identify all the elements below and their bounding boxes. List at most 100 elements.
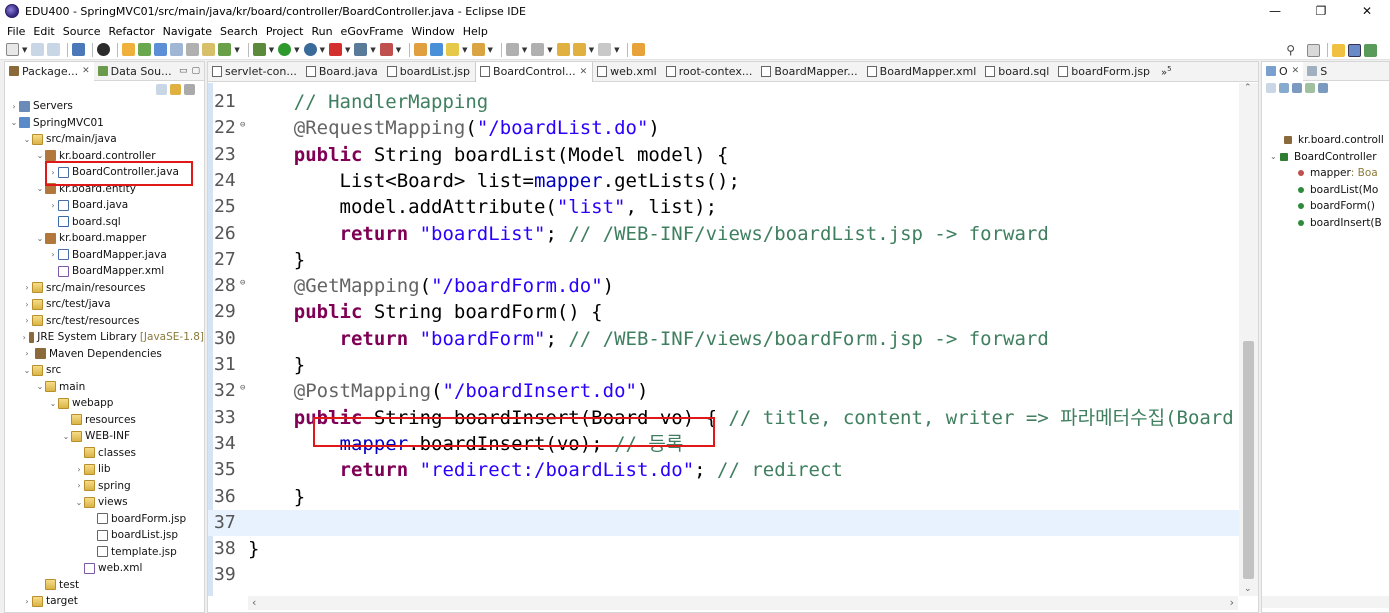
close-icon[interactable]: ✕ — [82, 66, 90, 76]
debug-dropdown-icon[interactable]: ▼ — [269, 46, 274, 54]
code-line[interactable]: 26 return "boardList"; // /WEB-INF/views… — [208, 221, 1240, 247]
edit-icon[interactable] — [446, 43, 460, 56]
outline-horizontal-scrollbar[interactable] — [1262, 596, 1389, 608]
tree-item[interactable]: › src/test/java — [5, 296, 204, 313]
tree-item[interactable]: classes — [5, 445, 204, 462]
external-tools-icon[interactable] — [354, 43, 368, 56]
previous-annotation-dropdown-icon[interactable]: ▼ — [547, 46, 552, 54]
outline-item[interactable]: kr.board.controll — [1262, 132, 1389, 149]
menu-navigate[interactable]: Navigate — [159, 25, 216, 38]
tree-item[interactable]: › JRE System Library [JavaSE-1.8] — [5, 329, 204, 346]
hide-nonpublic-icon[interactable] — [1318, 83, 1328, 93]
code-line[interactable]: 24 List<Board> list=mapper.getLists(); — [208, 168, 1240, 194]
tree-item[interactable]: ⌄ src/main/java — [5, 131, 204, 148]
sort-icon[interactable] — [1279, 83, 1289, 93]
menu-run[interactable]: Run — [307, 25, 336, 38]
fold-icon[interactable]: ⊖ — [240, 378, 245, 398]
tree-item[interactable]: board.sql — [5, 214, 204, 231]
forward-dropdown-icon[interactable]: ▼ — [614, 46, 619, 54]
tree-item[interactable]: ⌄ main — [5, 379, 204, 396]
tab-package-explorer[interactable]: Package... ✕ — [5, 61, 94, 81]
outline-item[interactable]: mapper : Boa — [1262, 165, 1389, 182]
horizontal-scrollbar[interactable]: ‹ › — [248, 596, 1238, 610]
tree-item[interactable]: › lib — [5, 461, 204, 478]
chevron-right-icon[interactable]: › — [22, 316, 32, 325]
stop-dropdown-icon[interactable]: ▼ — [345, 46, 350, 54]
code-line[interactable]: 30 return "boardForm"; // /WEB-INF/views… — [208, 326, 1240, 352]
chevron-down-icon[interactable]: ⌄ — [35, 184, 45, 193]
tree-item[interactable]: template.jsp — [5, 544, 204, 561]
tree-item[interactable]: ⌄ SpringMVC01 — [5, 115, 204, 132]
forward-icon[interactable] — [598, 43, 612, 56]
coverage-icon[interactable] — [303, 43, 317, 56]
menu-window[interactable]: Window — [407, 25, 458, 38]
chevron-right-icon[interactable]: › — [48, 250, 58, 259]
java-perspective-icon[interactable] — [1348, 43, 1361, 57]
menu-project[interactable]: Project — [262, 25, 308, 38]
editor-tab[interactable]: root-contex... — [662, 62, 758, 82]
chevron-down-icon[interactable]: ⌄ — [35, 151, 45, 160]
chevron-down-icon[interactable]: ⌄ — [35, 234, 45, 243]
menu-help[interactable]: Help — [459, 25, 492, 38]
editor-tab[interactable]: Board.java — [302, 62, 383, 82]
coverage-dropdown-icon[interactable]: ▼ — [320, 46, 325, 54]
outline-item[interactable]: boardList(Mo — [1262, 182, 1389, 199]
menu-search[interactable]: Search — [216, 25, 262, 38]
back-icon[interactable] — [572, 43, 586, 56]
chevron-right-icon[interactable]: › — [74, 465, 84, 474]
new-java-class-icon[interactable] — [138, 43, 152, 56]
previous-annotation-icon[interactable] — [531, 43, 545, 56]
tree-item[interactable]: resources — [5, 412, 204, 429]
chevron-down-icon[interactable]: ⌄ — [74, 498, 84, 507]
code-line[interactable]: 25 model.addAttribute("list", list); — [208, 194, 1240, 220]
code-line[interactable]: 21 // HandlerMapping — [208, 89, 1240, 115]
tree-item[interactable]: ⌄ views — [5, 494, 204, 511]
code-line[interactable]: 32 ⊖ @PostMapping("/boardInsert.do") — [208, 378, 1240, 404]
code-line[interactable]: 23 public String boardList(Model model) … — [208, 142, 1240, 168]
tab-data-source[interactable]: Data Sou... — [94, 62, 176, 81]
hide-static-icon[interactable] — [1305, 83, 1315, 93]
chevron-down-icon[interactable]: ⌄ — [9, 118, 19, 127]
tree-item[interactable]: test — [5, 577, 204, 594]
tree-item[interactable]: ⌄ WEB-INF — [5, 428, 204, 445]
scrollbar-thumb[interactable] — [1243, 341, 1254, 579]
chevron-right-icon[interactable]: › — [22, 300, 32, 309]
egov-icon[interactable] — [218, 43, 232, 56]
collapse-all-icon[interactable] — [156, 83, 167, 95]
editor-tab[interactable]: boardList.jsp — [383, 62, 475, 82]
tree-item[interactable]: ⌄ src — [5, 362, 204, 379]
back-dropdown-icon[interactable]: ▼ — [589, 46, 594, 54]
editor-tab[interactable]: servlet-con... — [208, 62, 302, 82]
vertical-scrollbar[interactable]: ⌃ ⌄ — [1239, 83, 1258, 596]
run-dropdown-icon[interactable]: ▼ — [294, 46, 299, 54]
scroll-left-icon[interactable]: ‹ — [252, 596, 256, 609]
chevron-right-icon[interactable]: › — [22, 349, 32, 358]
code-line[interactable]: 29 public String boardForm() { — [208, 299, 1240, 325]
toggle-block-selection-icon[interactable] — [170, 43, 184, 56]
close-icon[interactable]: ✕ — [1292, 66, 1300, 76]
code-line[interactable]: 28 ⊖ @GetMapping("/boardForm.do") — [208, 273, 1240, 299]
next-annotation-dropdown-icon[interactable]: ▼ — [522, 46, 527, 54]
code-line[interactable]: 38} — [208, 536, 1240, 562]
outline-item[interactable]: ⌄ BoardController — [1262, 149, 1389, 166]
debug-icon[interactable] — [252, 43, 266, 56]
editor-tab[interactable]: BoardMapper.xml — [863, 62, 982, 82]
open-perspective-icon[interactable] — [632, 43, 646, 56]
collapse-all-icon[interactable] — [1266, 83, 1276, 93]
menu-edit[interactable]: Edit — [29, 25, 58, 38]
edit-dropdown-icon[interactable]: ▼ — [462, 46, 467, 54]
chevron-down-icon[interactable]: ⌄ — [48, 399, 58, 408]
new-dropdown-icon[interactable]: ▼ — [22, 46, 27, 54]
chevron-down-icon[interactable]: ⌄ — [1270, 152, 1280, 161]
last-edit-location-icon[interactable] — [556, 43, 570, 56]
toggle-mark-occurrences-icon[interactable] — [154, 43, 168, 56]
tree-item[interactable]: › src/main/resources — [5, 280, 204, 297]
code-line[interactable]: 22 ⊖ @RequestMapping("/boardList.do") — [208, 115, 1240, 141]
tree-item[interactable]: › src/test/resources — [5, 313, 204, 330]
tree-item[interactable]: BoardMapper.xml — [5, 263, 204, 280]
tree-item[interactable]: › Servers — [5, 98, 204, 115]
chevron-right-icon[interactable]: › — [22, 597, 32, 606]
code-line[interactable]: 31 } — [208, 352, 1240, 378]
tree-item[interactable]: › Board.java — [5, 197, 204, 214]
open-folder-icon[interactable] — [471, 43, 485, 56]
